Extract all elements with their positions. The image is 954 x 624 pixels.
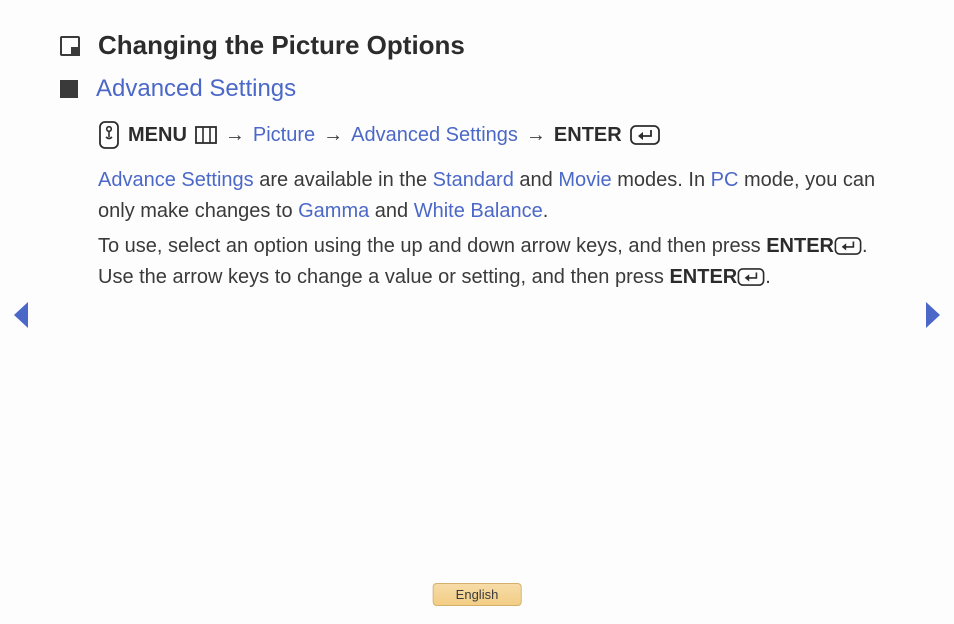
subheading-row: Advanced Settings (60, 75, 894, 103)
p1-gamma: Gamma (298, 200, 369, 222)
language-badge: English (433, 583, 522, 606)
p1-pc: PC (711, 169, 739, 191)
p1-t5: and (369, 200, 413, 222)
p1-t3: modes. In (612, 169, 711, 191)
paragraph-2: To use, select an option using the up an… (98, 231, 894, 293)
enter-icon-inline-2 (737, 268, 765, 286)
arrow-3: → (526, 124, 546, 147)
remote-icon (98, 121, 120, 149)
menu-label: MENU (128, 124, 187, 147)
subheading: Advanced Settings (96, 75, 296, 103)
nav-picture: Picture (253, 124, 315, 147)
p2-enter2: ENTER (669, 266, 737, 288)
enter-icon-inline-1 (834, 237, 862, 255)
indented-body: MENU → Picture → Advanced Settings → ENT… (98, 121, 894, 293)
grid-icon (195, 126, 217, 144)
section-marker-icon (60, 36, 80, 56)
p2-t1: To use, select an option using the up an… (98, 235, 766, 257)
paragraph-1: Advance Settings are available in the St… (98, 165, 894, 227)
p1-white-balance: White Balance (414, 200, 543, 222)
next-page-button[interactable] (922, 300, 944, 335)
enter-label: ENTER (554, 124, 622, 147)
p2-t3: . (765, 266, 771, 288)
arrow-2: → (323, 124, 343, 147)
nav-advanced-settings: Advanced Settings (351, 124, 518, 147)
p1-t2: and (514, 169, 558, 191)
p2-enter1: ENTER (766, 235, 834, 257)
p1-movie: Movie (558, 169, 611, 191)
heading-row: Changing the Picture Options (60, 30, 894, 61)
prev-page-button[interactable] (10, 300, 32, 335)
enter-icon (630, 125, 660, 145)
sub-marker-icon (60, 80, 78, 98)
page-title: Changing the Picture Options (98, 30, 465, 61)
p1-standard: Standard (433, 169, 514, 191)
p1-t6: . (543, 200, 549, 222)
p1-t1: are available in the (254, 169, 433, 191)
p1-advance-settings: Advance Settings (98, 169, 254, 191)
nav-path: MENU → Picture → Advanced Settings → ENT… (98, 121, 894, 149)
page-content: Changing the Picture Options Advanced Se… (0, 0, 954, 293)
arrow-1: → (225, 124, 245, 147)
